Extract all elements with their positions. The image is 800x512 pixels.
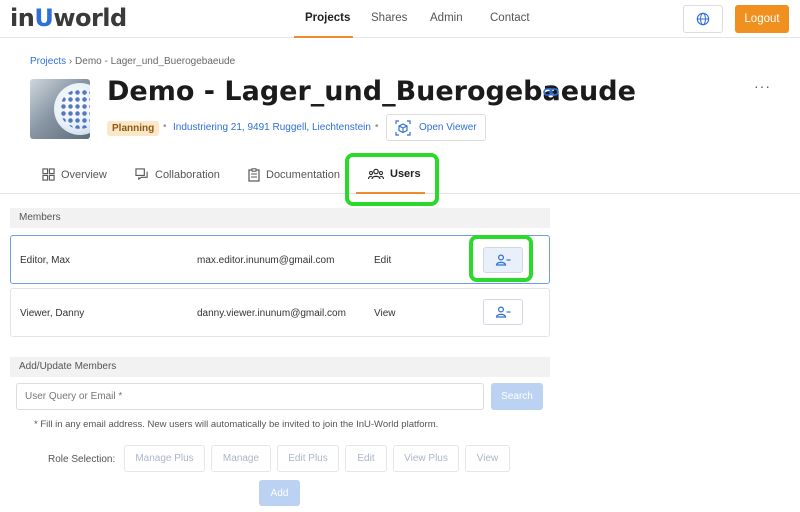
top-navbar: inUworld Projects Shares Admin Contact L…	[0, 0, 800, 38]
open-viewer-label: Open Viewer	[419, 122, 477, 133]
language-button[interactable]	[683, 5, 723, 33]
role-manage-plus-button[interactable]: Manage Plus	[124, 445, 205, 472]
nav-shares[interactable]: Shares	[371, 12, 407, 24]
logo-suffix: world	[53, 4, 127, 32]
user-search-input[interactable]	[16, 383, 484, 410]
role-edit-plus-button[interactable]: Edit Plus	[277, 445, 339, 472]
link-icon[interactable]	[543, 86, 559, 98]
project-address-link[interactable]: Industriering 21, 9491 Ruggell, Liechten…	[173, 122, 371, 133]
tab-documentation-label: Documentation	[266, 169, 340, 181]
role-edit-button[interactable]: Edit	[345, 445, 387, 472]
breadcrumb-projects-link[interactable]: Projects	[30, 56, 66, 67]
help-text: * Fill in any email address. New users w…	[34, 419, 439, 430]
nav-projects[interactable]: Projects	[305, 12, 350, 24]
divider-dot: •	[375, 121, 379, 132]
logout-button[interactable]: Logout	[735, 5, 789, 33]
tab-documentation[interactable]: Documentation	[248, 168, 340, 182]
breadcrumb: Projects › Demo - Lager_und_Buerogebaeud…	[30, 56, 235, 67]
member-name: Editor, Max	[20, 255, 71, 266]
add-member-button[interactable]: Add	[259, 480, 300, 506]
breadcrumb-separator: ›	[68, 56, 73, 67]
members-header: Members	[10, 208, 550, 228]
nav-admin[interactable]: Admin	[430, 12, 463, 24]
logo-prefix: in	[10, 4, 35, 32]
member-email: danny.viewer.inunum@gmail.com	[197, 308, 346, 319]
open-viewer-button[interactable]: Open Viewer	[386, 114, 486, 141]
viewer-cube-icon	[395, 119, 411, 136]
highlight-remove-button	[469, 235, 533, 282]
grid-icon	[42, 168, 55, 181]
more-options-icon[interactable]: ···	[754, 78, 771, 94]
member-name: Viewer, Danny	[20, 308, 85, 319]
highlight-users-tab	[345, 153, 439, 206]
globe-icon	[696, 12, 710, 26]
tab-collaboration-label: Collaboration	[155, 168, 220, 181]
breadcrumb-current: Demo - Lager_und_Buerogebaeude	[75, 56, 236, 67]
status-badge: Planning	[107, 121, 160, 136]
member-role: View	[374, 308, 396, 319]
clipboard-icon	[248, 168, 260, 182]
role-view-button[interactable]: View	[465, 445, 510, 472]
role-view-plus-button[interactable]: View Plus	[393, 445, 459, 472]
member-row[interactable]: Viewer, Danny danny.viewer.inunum@gmail.…	[10, 288, 550, 337]
user-minus-icon	[495, 306, 511, 318]
tab-overview[interactable]: Overview	[42, 168, 107, 181]
member-role: Edit	[374, 255, 392, 266]
role-selection-label: Role Selection:	[48, 454, 116, 465]
remove-member-button[interactable]	[483, 299, 523, 325]
tab-collaboration[interactable]: Collaboration	[135, 168, 220, 181]
nav-active-indicator	[294, 36, 353, 38]
search-button[interactable]: Search	[491, 383, 543, 410]
member-email: max.editor.inunum@gmail.com	[197, 255, 335, 266]
divider-dot: •	[163, 121, 167, 132]
tab-overview-label: Overview	[61, 168, 107, 181]
logo-accent: U	[34, 4, 54, 32]
add-update-header: Add/Update Members	[10, 357, 550, 377]
chat-icon	[135, 168, 148, 181]
role-manage-button[interactable]: Manage	[211, 445, 271, 472]
inuworld-logo[interactable]: inUworld	[10, 4, 127, 32]
nav-contact[interactable]: Contact	[490, 12, 530, 24]
project-thumbnail	[30, 79, 90, 139]
